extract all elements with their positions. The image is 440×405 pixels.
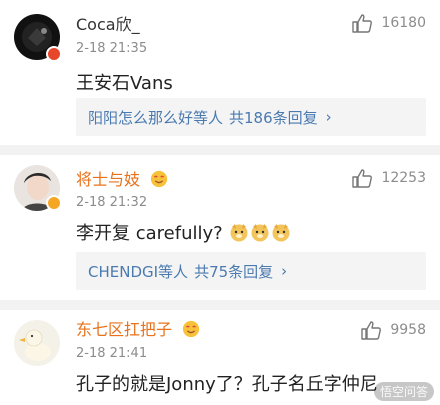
watermark: 悟空问答 [373, 382, 434, 401]
doge-emoji-icon [272, 224, 290, 242]
like-count: 12253 [381, 170, 426, 186]
divider [0, 145, 440, 155]
username[interactable]: 将士与妓 [76, 170, 168, 190]
chevron-right-icon: › [281, 262, 288, 280]
smiling-face-emoji-icon [151, 170, 168, 188]
username-text: 将士与妓 [76, 170, 141, 189]
replies-button[interactable]: CHENDGI等人 共75条回复 › [76, 252, 426, 290]
reply-names: 阳阳怎么那么好等人 [88, 108, 224, 127]
reply-count: 共186条回复 [229, 108, 318, 127]
thumbs-up-icon [352, 14, 373, 33]
smiling-face-emoji-icon [183, 320, 200, 338]
comment-text: 李开复 carefully? [76, 223, 223, 244]
reply-names: CHENDGI等人 [88, 262, 189, 281]
timestamp: 2-18 21:35 [76, 41, 148, 56]
like-button[interactable]: 9958 [360, 320, 426, 340]
reply-count: 共75条回复 [194, 262, 274, 281]
username[interactable]: 东七区扛把子 [76, 320, 200, 340]
like-button[interactable]: 12253 [351, 168, 426, 188]
like-count: 9958 [390, 322, 426, 338]
like-button[interactable]: 16180 [351, 13, 426, 33]
comment-1: Coca欣_ 2-18 21:35 16180 王安石Vans 阳阳怎么那么好等… [0, 0, 440, 145]
verified-badge-icon [46, 46, 62, 62]
chevron-right-icon: › [325, 108, 332, 126]
comment-text: 孔子的就是Jonny了？孔子名丘字仲尼 [76, 374, 378, 395]
doge-emoji-icon [251, 224, 269, 242]
username[interactable]: Coca欣_ [76, 15, 140, 35]
comment-text: 王安石Vans [76, 73, 173, 94]
divider [0, 300, 440, 310]
like-count: 16180 [381, 15, 426, 31]
timestamp: 2-18 21:41 [76, 346, 148, 361]
comment-body: 李开复 carefully? [76, 222, 291, 246]
thumbs-up-icon [361, 321, 382, 340]
doge-emoji-icon [230, 224, 248, 242]
timestamp: 2-18 21:32 [76, 195, 148, 210]
comment-2: 将士与妓 2-18 21:32 12253 李开复 carefully? CHE… [0, 155, 440, 305]
username-text: 东七区扛把子 [76, 320, 173, 339]
thumbs-up-icon [352, 169, 373, 188]
replies-button[interactable]: 阳阳怎么那么好等人 共186条回复 › [76, 98, 426, 136]
duck-avatar-icon[interactable] [14, 320, 60, 366]
verified-badge-icon [46, 195, 62, 211]
